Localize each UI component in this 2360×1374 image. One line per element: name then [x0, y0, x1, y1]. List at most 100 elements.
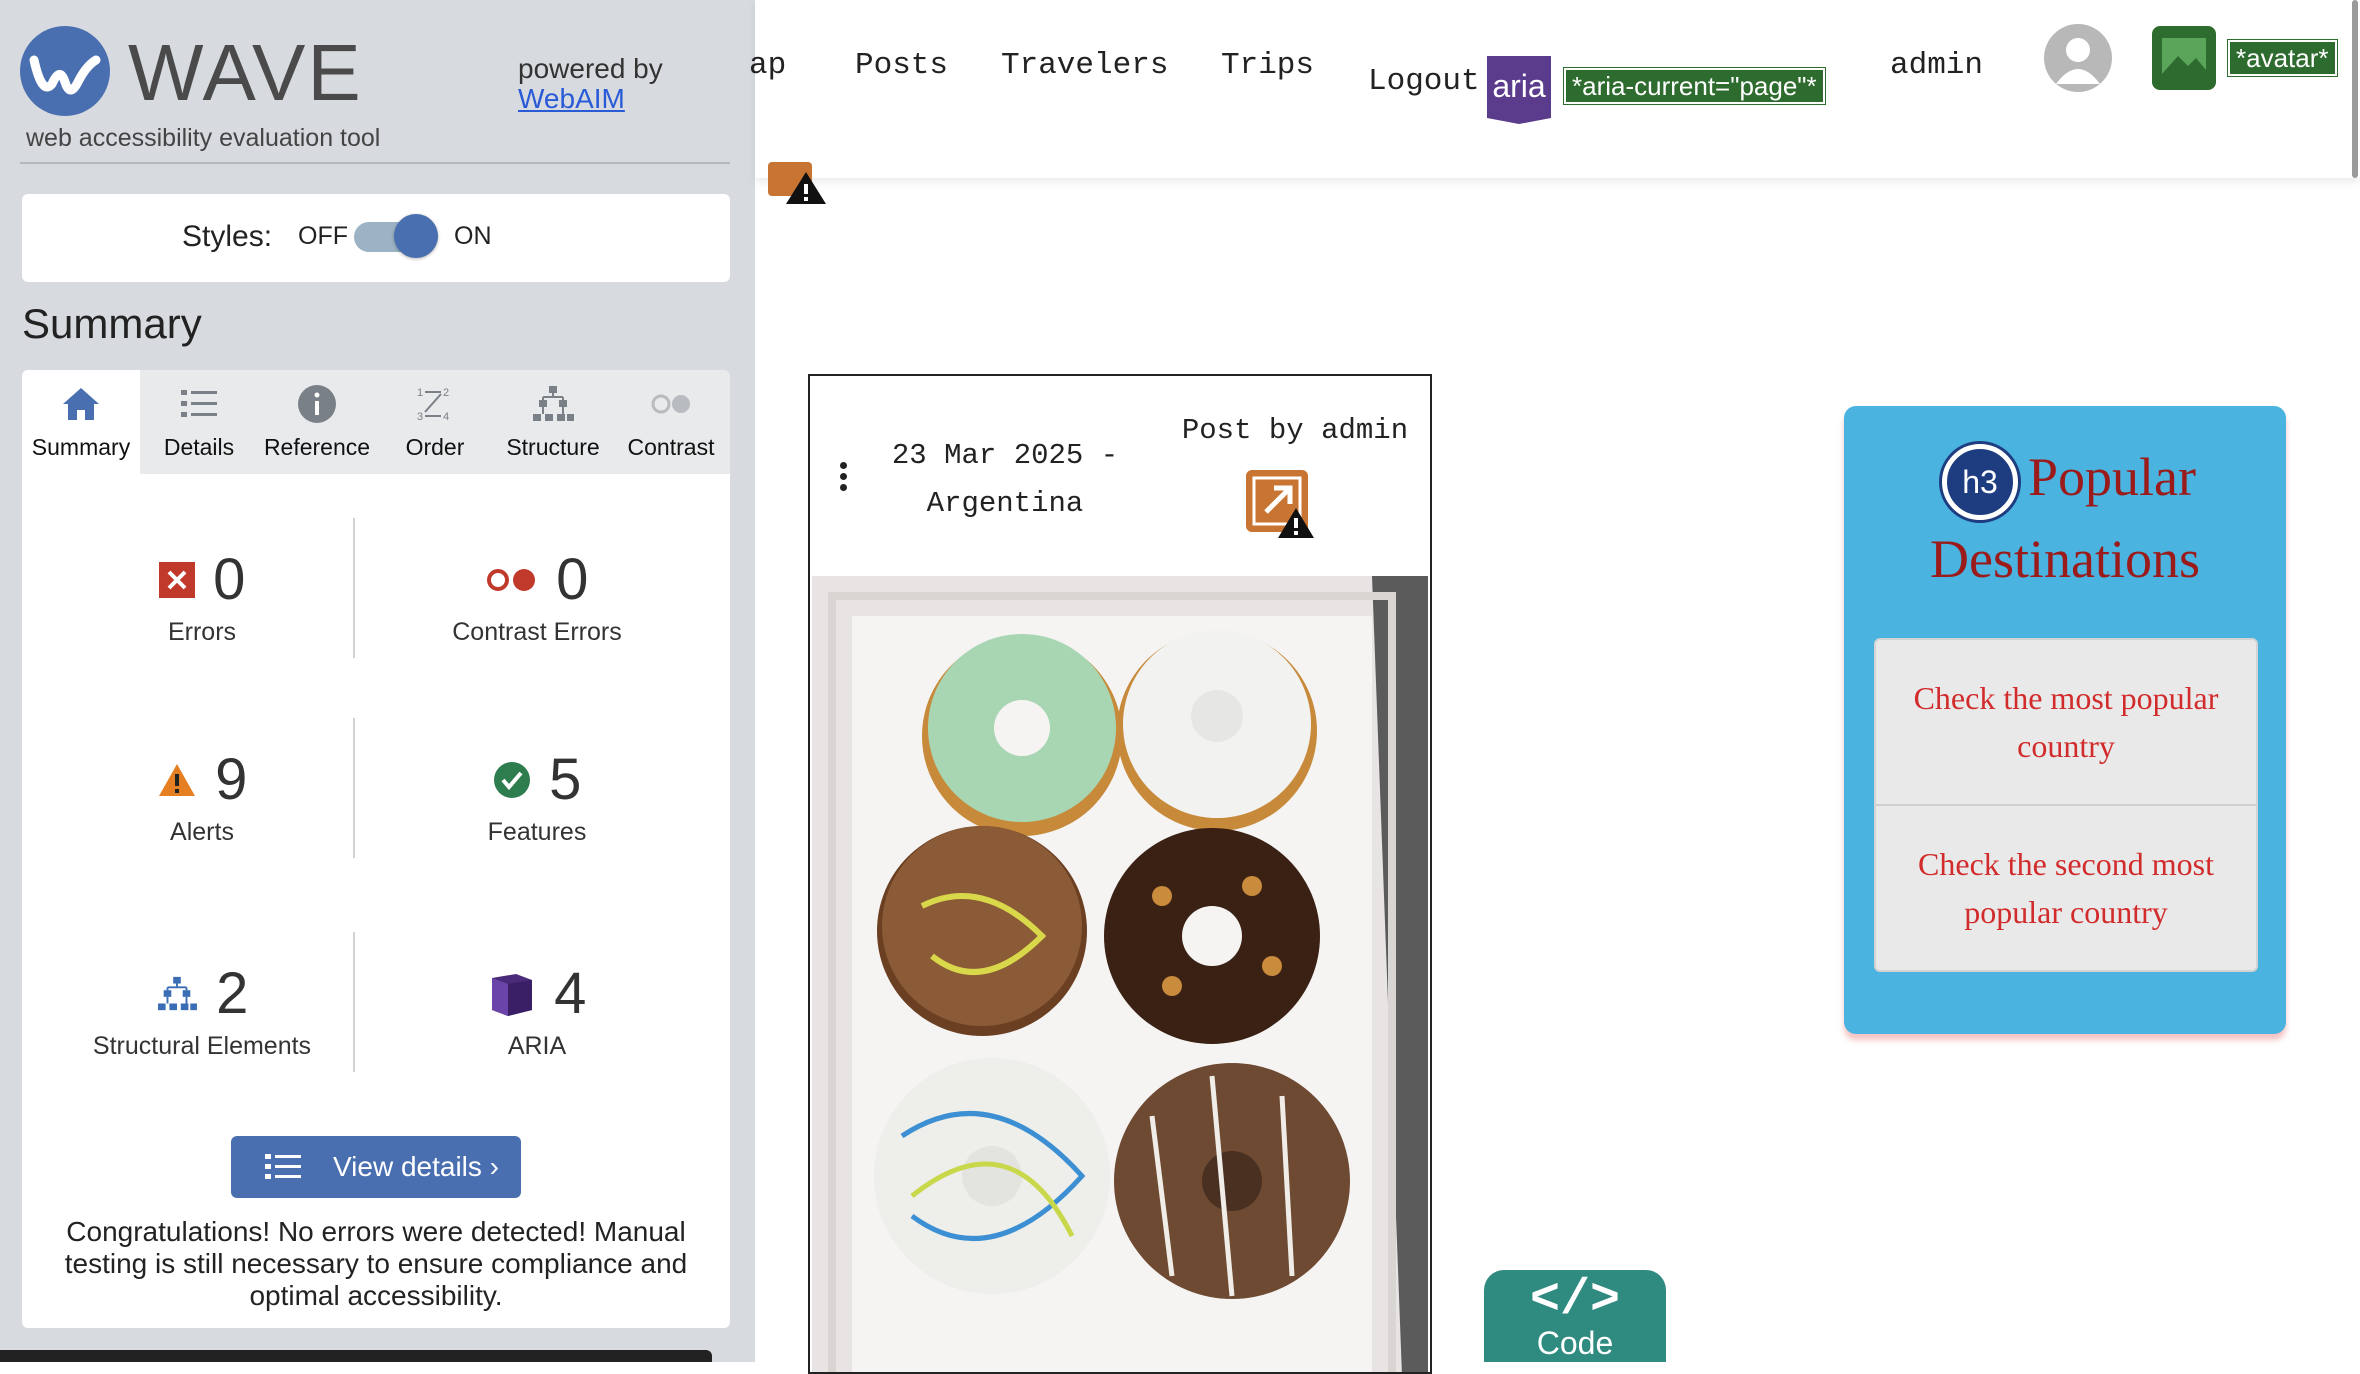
features-count: 5	[549, 747, 582, 812]
tab-contrast[interactable]: Contrast	[612, 370, 730, 474]
info-icon	[298, 385, 336, 423]
nav-posts[interactable]: Posts	[855, 48, 948, 83]
svg-text:3: 3	[417, 411, 423, 423]
site-header: ap Posts Travelers Trips Logout admin	[749, 0, 2360, 178]
svg-text:1: 1	[417, 387, 423, 399]
wave-subtitle: web accessibility evaluation tool	[26, 124, 381, 152]
wave-title: WAVE	[128, 28, 363, 117]
more-menu-icon[interactable]	[840, 462, 848, 495]
tab-label: Contrast	[627, 434, 715, 460]
aria-cube-icon	[491, 974, 532, 1016]
tab-label: Reference	[263, 434, 371, 460]
structural-label: Structural Elements	[92, 1032, 312, 1060]
aria-current-tag: *aria-current="page"*	[1563, 67, 1826, 105]
avatar-alt-tag: *avatar*	[2227, 39, 2338, 77]
powered-by-text: powered by	[518, 53, 663, 84]
features-label: Features	[487, 818, 587, 846]
stat-errors[interactable]: 0 Errors	[42, 548, 362, 647]
alerts-count: 9	[215, 747, 248, 812]
stat-features[interactable]: 5 Features	[377, 748, 697, 847]
heading-line-2: Destinations	[1930, 529, 2200, 589]
webaim-link[interactable]: WebAIM	[518, 84, 663, 114]
stat-structural[interactable]: 2 Structural Elements	[42, 962, 362, 1061]
toggle-off-label: OFF	[298, 222, 348, 250]
link-alert-icon[interactable]	[1244, 468, 1316, 540]
tab-summary[interactable]: Summary	[22, 370, 140, 474]
code-icon: </>	[1529, 1272, 1620, 1329]
alert-icon	[158, 764, 195, 796]
destination-link-most-popular[interactable]: Check the most popular country	[1876, 640, 2256, 804]
errors-label: Errors	[167, 618, 237, 646]
summary-panel: 0 Errors 0 Contrast Errors 9 Alerts 5 Fe…	[22, 474, 730, 1328]
view-details-button[interactable]: View details ›	[231, 1136, 521, 1198]
aria-label: ARIA	[507, 1032, 567, 1060]
stat-aria[interactable]: 4 ARIA	[377, 962, 697, 1061]
popular-destinations-panel: Popular Destinations h3 Check the most p…	[1844, 406, 2286, 1034]
wave-logo-icon	[20, 26, 110, 116]
structural-count: 2	[216, 961, 249, 1026]
view-details-label: View details ›	[332, 1151, 499, 1182]
aria-count: 4	[554, 961, 587, 1026]
structure-icon	[157, 976, 197, 1011]
svg-text:4: 4	[443, 411, 449, 423]
errors-count: 0	[213, 547, 246, 612]
error-icon	[158, 562, 195, 598]
toggle-on-label: ON	[454, 222, 492, 250]
alerts-label: Alerts	[170, 818, 234, 846]
tab-label: Order	[405, 434, 465, 460]
congrats-message: Congratulations! No errors were detected…	[64, 1216, 688, 1311]
structure-icon	[533, 386, 574, 421]
tab-reference[interactable]: Reference	[258, 370, 376, 474]
nav-travelers[interactable]: Travelers	[1001, 48, 1168, 83]
list-icon	[265, 1154, 301, 1179]
tab-label: Details	[163, 434, 235, 460]
post-location: Argentina	[926, 487, 1084, 520]
styles-toggle-knob[interactable]	[394, 214, 438, 258]
tab-structure[interactable]: Structure	[494, 370, 612, 474]
code-label: Code	[1536, 1325, 1614, 1361]
post-date-location: 23 Mar 2025 - Argentina	[880, 432, 1130, 528]
nav-username[interactable]: admin	[1890, 48, 1983, 83]
nav-logout[interactable]: Logout	[1368, 64, 1480, 99]
destinations-list: Check the most popular country Check the…	[1874, 638, 2258, 972]
nav-trips[interactable]: Trips	[1221, 48, 1314, 83]
tab-label: Summary	[31, 434, 131, 460]
user-icon	[2056, 38, 2100, 84]
h3-heading-icon: h3	[1942, 444, 2018, 520]
divider	[20, 162, 730, 164]
donuts-photo	[812, 576, 1428, 1372]
powered-by: powered by WebAIM	[518, 54, 663, 114]
destination-link-second-popular[interactable]: Check the second most popular country	[1876, 804, 2256, 970]
aria-badge-icon[interactable]: aria	[1487, 56, 1551, 124]
tab-details[interactable]: Details	[140, 370, 258, 474]
scrollbar[interactable]	[0, 1350, 712, 1362]
contrast-error-icon	[486, 569, 535, 591]
stat-alerts[interactable]: 9 Alerts	[42, 748, 362, 847]
popular-destinations-heading: Popular Destinations	[1844, 436, 2286, 600]
styles-label: Styles:	[182, 220, 273, 253]
styles-toggle-box: Styles: OFF ON	[22, 194, 730, 282]
stat-contrast-errors[interactable]: 0 Contrast Errors	[377, 548, 697, 647]
contrast-icon	[651, 394, 690, 414]
list-icon	[181, 390, 217, 417]
home-icon	[63, 388, 99, 420]
wave-tabs: Summary Details Reference 1 2 3 4 Order Str…	[22, 370, 730, 474]
post-author: Post by admin	[1181, 414, 1409, 447]
contrast-errors-label: Contrast Errors	[452, 618, 622, 646]
scrollbar[interactable]	[2352, 0, 2358, 178]
order-icon: 1 2 3 4	[417, 387, 449, 423]
summary-heading: Summary	[22, 300, 202, 347]
tab-order[interactable]: 1 2 3 4 Order	[376, 370, 494, 474]
link-alert-icon	[768, 162, 826, 204]
code-toggle-button[interactable]: </> Code	[1484, 1270, 1666, 1362]
tab-label: Structure	[506, 434, 600, 460]
image-icon[interactable]	[2152, 26, 2216, 90]
wave-sidebar: WAVE web accessibility evaluation tool p…	[0, 0, 755, 1362]
feature-check-icon	[493, 762, 530, 798]
svg-text:2: 2	[443, 387, 449, 399]
contrast-errors-count: 0	[556, 547, 589, 612]
post-card: 23 Mar 2025 - Argentina Post by admin	[808, 374, 1432, 1374]
post-date: 23 Mar 2025 -	[891, 439, 1119, 472]
nav-map[interactable]: ap	[749, 48, 786, 83]
avatar[interactable]	[2044, 24, 2112, 92]
